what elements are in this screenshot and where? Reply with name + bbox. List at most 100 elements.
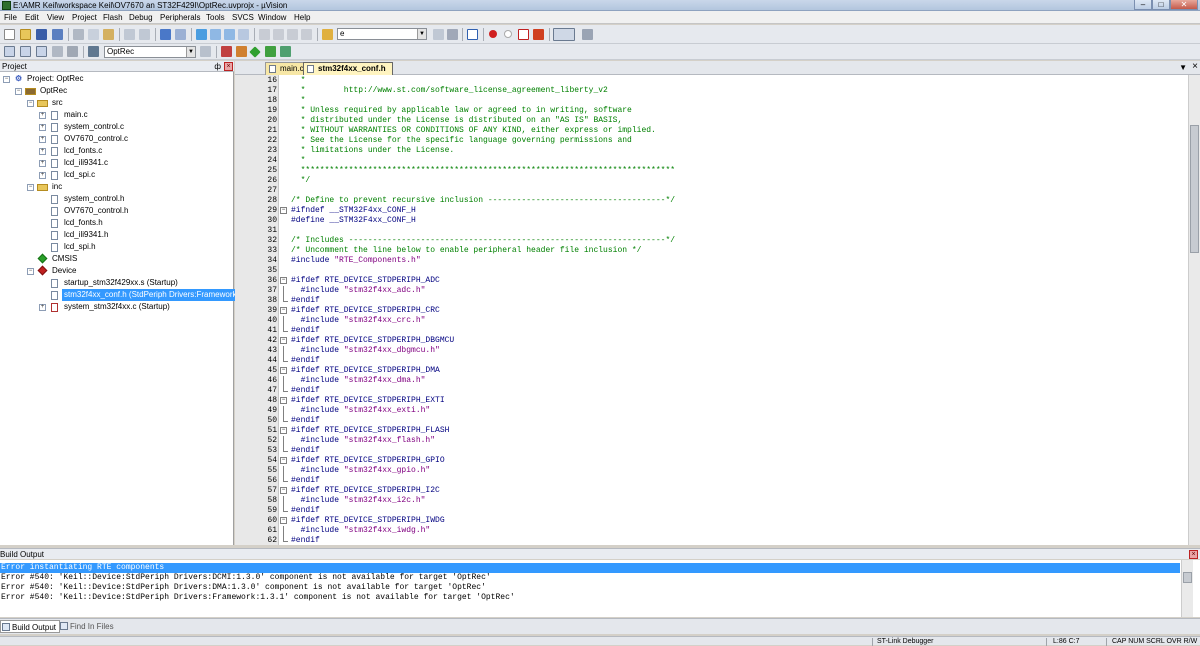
editor-vertical-scrollbar[interactable] <box>1188 75 1200 545</box>
rebuild-icon[interactable] <box>36 46 47 57</box>
build-icon[interactable] <box>20 46 31 57</box>
code-line[interactable]: * distributed under the License is distr… <box>291 116 623 126</box>
menu-debug[interactable]: Debug <box>129 11 153 24</box>
menu-window[interactable]: Window <box>258 11 286 24</box>
code-line[interactable]: * <box>291 96 306 106</box>
comment-icon[interactable] <box>287 29 298 40</box>
batch-build-icon[interactable] <box>52 46 63 57</box>
tab-find-in-files[interactable]: Find In Files <box>59 620 114 633</box>
expand-icon[interactable]: + <box>39 172 46 179</box>
code-line[interactable]: #ifdef RTE_DEVICE_STDPERIPH_ADC <box>291 276 440 286</box>
target-options-icon[interactable] <box>200 46 211 57</box>
code-line[interactable]: /* Uncomment the line below to enable pe… <box>291 246 641 256</box>
code-line[interactable]: #ifdef RTE_DEVICE_STDPERIPH_GPIO <box>291 456 445 466</box>
pack-installer-icon[interactable] <box>280 46 291 57</box>
manage-rte-icon[interactable] <box>249 46 261 58</box>
menu-flash[interactable]: Flash <box>103 11 123 24</box>
expand-icon[interactable]: + <box>39 112 46 119</box>
paste-icon[interactable] <box>103 29 114 40</box>
collapse-icon[interactable]: − <box>27 268 34 275</box>
code-line[interactable]: * <box>291 156 306 166</box>
code-line[interactable]: #define __STM32F4xx_CONF_H <box>291 216 416 226</box>
menu-file[interactable]: File <box>4 11 17 24</box>
find-in-files-icon[interactable] <box>322 29 333 40</box>
code-line[interactable]: #include "stm32f4xx_i2c.h" <box>291 496 426 506</box>
enable-breakpoint-icon[interactable] <box>504 30 512 38</box>
nav-back-icon[interactable] <box>160 29 171 40</box>
code-line[interactable]: #include "stm32f4xx_flash.h" <box>291 436 435 446</box>
collapse-icon[interactable]: − <box>27 100 34 107</box>
next-bookmark-icon[interactable] <box>224 29 235 40</box>
download-icon[interactable] <box>88 46 99 57</box>
code-line[interactable]: * http://www.st.com/software_license_agr… <box>291 86 608 96</box>
collapse-icon[interactable]: − <box>27 184 34 191</box>
code-line[interactable]: #include "stm32f4xx_dma.h" <box>291 376 426 386</box>
select-packs-icon[interactable] <box>265 46 276 57</box>
unindent-icon[interactable] <box>273 29 284 40</box>
menu-view[interactable]: View <box>47 11 64 24</box>
code-line[interactable]: #endif <box>291 416 320 426</box>
menu-project[interactable]: Project <box>72 11 97 24</box>
tab-build-output[interactable]: Build Output <box>0 620 61 633</box>
code-line[interactable]: #endif <box>291 296 320 306</box>
code-line[interactable]: #endif <box>291 356 320 366</box>
save-icon[interactable] <box>36 29 47 40</box>
build-output-panel[interactable]: Error instantiating RTE components Error… <box>0 560 1200 617</box>
code-line[interactable]: * <box>291 76 306 86</box>
open-folder-icon[interactable] <box>20 29 31 40</box>
expand-icon[interactable]: + <box>39 124 46 131</box>
collapse-icon[interactable]: − <box>15 88 22 95</box>
output-line[interactable]: Error #540: 'Keil::Device:StdPeriph Driv… <box>0 573 1180 583</box>
scrollbar-thumb[interactable] <box>1183 572 1192 583</box>
code-line[interactable]: #include "RTE_Components.h" <box>291 256 421 266</box>
chevron-down-icon[interactable]: ▼ <box>417 29 426 39</box>
window-layout-icon[interactable] <box>553 28 575 41</box>
code-line[interactable]: /* Includes ----------------------------… <box>291 236 675 246</box>
find-combobox[interactable]: e ▼ <box>337 28 427 40</box>
menu-peripherals[interactable]: Peripherals <box>160 11 200 24</box>
code-line[interactable]: #ifdef RTE_DEVICE_STDPERIPH_I2C <box>291 486 440 496</box>
expand-icon[interactable]: + <box>39 148 46 155</box>
maximize-button[interactable]: □ <box>1152 0 1170 10</box>
code-line[interactable]: #ifdef RTE_DEVICE_STDPERIPH_IWDG <box>291 516 445 526</box>
close-icon[interactable]: × <box>224 62 233 71</box>
pin-icon[interactable]: ф <box>214 61 221 72</box>
code-line[interactable]: #include "stm32f4xx_gpio.h" <box>291 466 431 476</box>
fold-collapse-icon[interactable]: − <box>279 206 289 216</box>
nav-forward-icon[interactable] <box>175 29 186 40</box>
fold-collapse-icon[interactable]: − <box>279 486 289 496</box>
code-line[interactable]: * See the License for the specific langu… <box>291 136 632 146</box>
disable-breakpoints-icon[interactable] <box>518 29 529 40</box>
tab-menu-icon[interactable]: ▼ <box>1179 62 1187 74</box>
code-line[interactable]: #ifdef RTE_DEVICE_STDPERIPH_EXTI <box>291 396 445 406</box>
file-extensions-icon[interactable] <box>221 46 232 57</box>
new-file-icon[interactable] <box>4 29 15 40</box>
code-line[interactable]: * limitations under the License. <box>291 146 455 156</box>
manage-project-icon[interactable] <box>236 46 247 57</box>
code-line[interactable]: * Unless required by applicable law or a… <box>291 106 632 116</box>
close-icon[interactable]: × <box>1192 61 1198 73</box>
code-line[interactable]: #ifdef RTE_DEVICE_STDPERIPH_DBGMCU <box>291 336 454 346</box>
prev-bookmark-icon[interactable] <box>210 29 221 40</box>
undo-icon[interactable] <box>124 29 135 40</box>
save-all-icon[interactable] <box>52 29 63 40</box>
translate-icon[interactable] <box>4 46 15 57</box>
code-line[interactable]: #endif <box>291 536 320 545</box>
expand-icon[interactable]: + <box>39 136 46 143</box>
menu-help[interactable]: Help <box>294 11 310 24</box>
fold-collapse-icon[interactable]: − <box>279 516 289 526</box>
output-line[interactable]: Error instantiating RTE components <box>0 563 1180 573</box>
code-line[interactable]: #ifndef __STM32F4xx_CONF_H <box>291 206 416 216</box>
tab-stm32f4xx-conf-h[interactable]: stm32f4xx_conf.h <box>303 62 393 75</box>
redo-icon[interactable] <box>139 29 150 40</box>
copy-icon[interactable] <box>88 29 99 40</box>
output-line[interactable]: Error #540: 'Keil::Device:StdPeriph Driv… <box>0 583 1180 593</box>
code-line[interactable]: #ifdef RTE_DEVICE_STDPERIPH_FLASH <box>291 426 449 436</box>
code-line[interactable]: #endif <box>291 506 320 516</box>
chevron-down-icon[interactable]: ▼ <box>186 47 195 57</box>
code-line[interactable]: /* Define to prevent recursive inclusion… <box>291 196 675 206</box>
kill-breakpoints-icon[interactable] <box>533 29 544 40</box>
uncomment-icon[interactable] <box>301 29 312 40</box>
expand-icon[interactable]: + <box>39 304 46 311</box>
code-line[interactable]: #ifdef RTE_DEVICE_STDPERIPH_DMA <box>291 366 440 376</box>
